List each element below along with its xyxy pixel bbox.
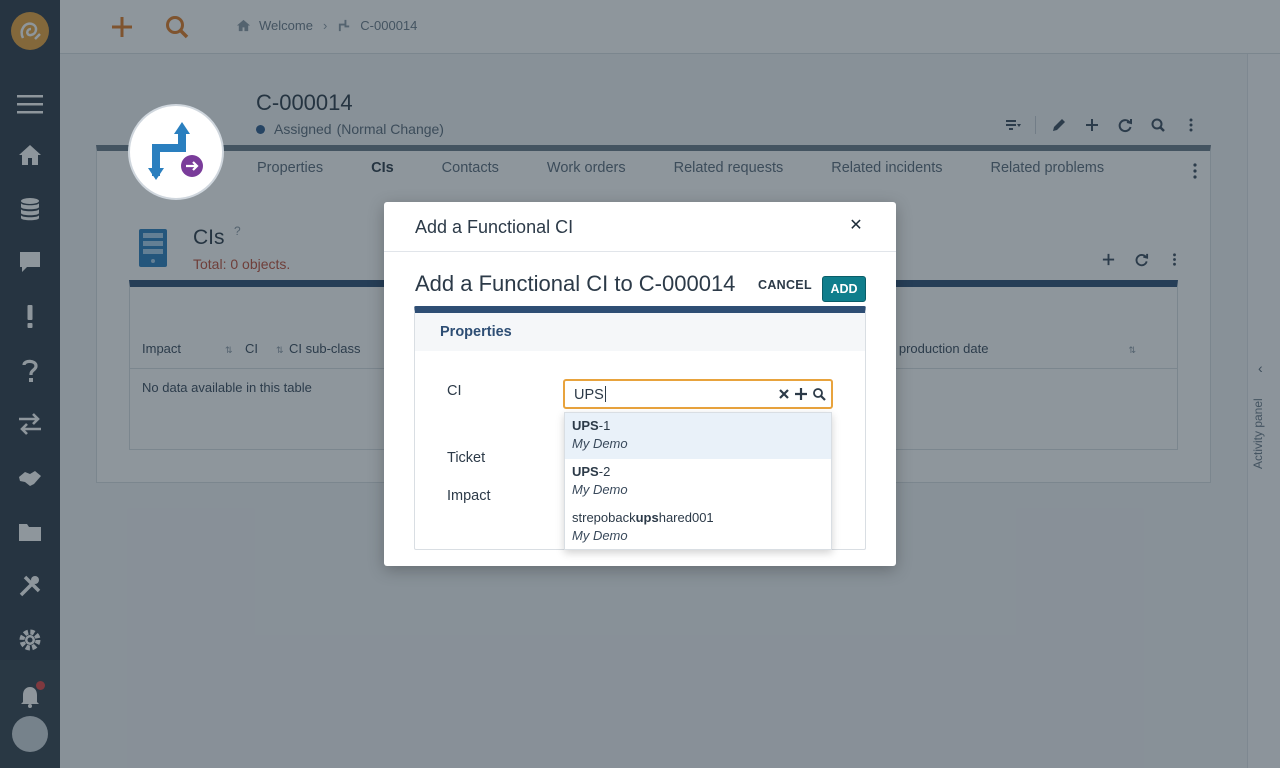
suggestion-suffix: -1 <box>598 418 611 433</box>
cancel-button[interactable]: CANCEL <box>758 278 812 292</box>
clear-icon[interactable] <box>777 387 791 401</box>
list-item[interactable]: UPS-2 My Demo <box>565 459 831 505</box>
properties-title: Properties <box>440 324 512 340</box>
ci-search-input[interactable]: UPS <box>563 379 833 409</box>
text-caret <box>604 386 606 402</box>
impact-label: Impact <box>447 488 491 504</box>
plus-icon[interactable] <box>794 387 808 401</box>
properties-header: Properties <box>415 313 865 351</box>
suggestion-name: UPS-2 <box>572 464 610 479</box>
suggestion-match: ups <box>635 510 659 525</box>
list-item[interactable]: UPS-1 My Demo <box>565 413 831 459</box>
suggestion-prefix: strepoback <box>572 510 636 525</box>
dialog-title: Add a Functional CI <box>415 217 574 237</box>
ticket-label: Ticket <box>447 450 486 466</box>
suggestion-suffix: hared001 <box>658 510 714 525</box>
suggestion-org: My Demo <box>572 528 628 543</box>
form-title: Add a Functional CI to C-000014 <box>415 271 736 296</box>
search-icon[interactable] <box>812 387 826 401</box>
list-item[interactable]: strepobackupshared001 My Demo <box>565 505 831 551</box>
ci-label: CI <box>447 383 462 399</box>
suggestion-match: UPS <box>572 418 599 433</box>
close-icon[interactable]: ✕ <box>848 217 864 235</box>
ci-autocomplete-list: UPS-1 My Demo UPS-2 My Demo strepobackup… <box>564 412 832 550</box>
suggestion-match: UPS <box>572 464 599 479</box>
dialog-header: Add a Functional CI ✕ <box>384 202 896 252</box>
suggestion-org: My Demo <box>572 482 628 497</box>
suggestion-org: My Demo <box>572 436 628 451</box>
add-submit-button[interactable]: ADD <box>822 276 866 302</box>
suggestion-name: strepobackupshared001 <box>572 510 714 525</box>
suggestion-name: UPS-1 <box>572 418 610 433</box>
change-object-icon <box>128 104 224 200</box>
ci-input-text: UPS <box>574 387 604 403</box>
suggestion-suffix: -2 <box>598 464 611 479</box>
ci-input-value: UPS <box>574 386 606 403</box>
